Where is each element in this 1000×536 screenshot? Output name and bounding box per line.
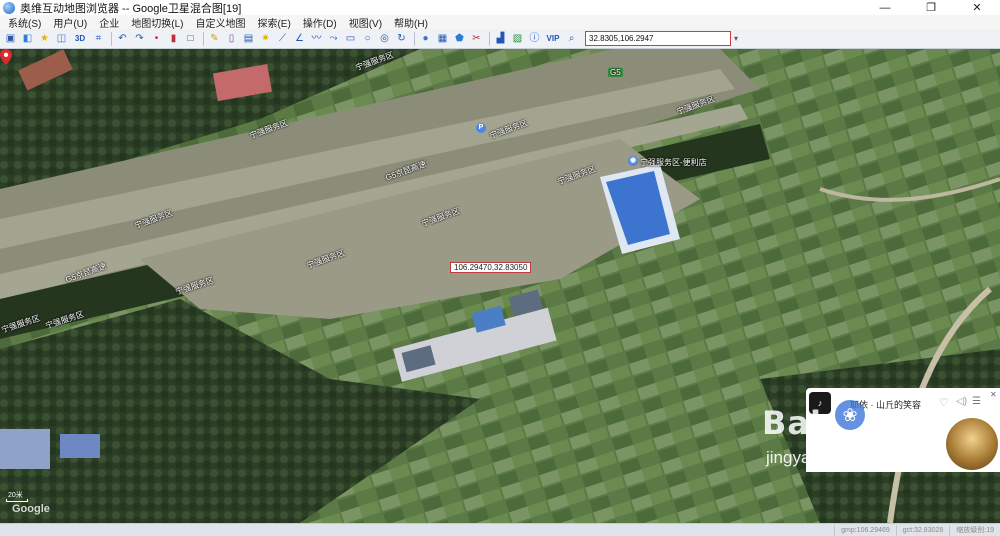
delete-icon[interactable]: ▮ <box>166 31 181 46</box>
grid-icon[interactable]: ⌗ <box>91 31 106 46</box>
image-icon[interactable]: ▤ <box>241 31 256 46</box>
toolbar-separator <box>203 31 204 46</box>
menu-explore[interactable]: 探索(E) <box>249 15 294 30</box>
watermark-brand: Bai 经验 <box>762 404 901 442</box>
ring-icon[interactable]: ◎ <box>377 31 392 46</box>
window-controls: — ❐ ✕ <box>862 0 1000 15</box>
paw-icon: ❀ <box>835 400 865 430</box>
select-box-icon[interactable]: □ <box>183 31 198 46</box>
playlist-icon[interactable]: ☰ <box>972 396 981 407</box>
vip-button[interactable]: VIP <box>544 31 562 46</box>
parking-poi-icon[interactable]: P <box>476 123 486 133</box>
menu-view[interactable]: 视图(V) <box>341 15 386 30</box>
circle-icon[interactable]: ○ <box>360 31 375 46</box>
store-poi-icon[interactable]: ◉ <box>628 156 638 166</box>
window-tile-icon[interactable]: ▧ <box>510 31 525 46</box>
sphere-icon[interactable]: ● <box>418 31 433 46</box>
location-pin-icon[interactable] <box>0 49 12 65</box>
menu-custom-map[interactable]: 自定义地图 <box>187 15 249 30</box>
measure-icon[interactable]: ⤳ <box>326 31 341 46</box>
status-zoom: 缩放级别:19 <box>949 524 1000 536</box>
menu-map-switch[interactable]: 地图切换(L) <box>123 15 187 30</box>
menu-operate[interactable]: 操作(D) <box>295 15 341 30</box>
redo-icon[interactable]: ↷ <box>132 31 147 46</box>
window-title: 奥维互动地图浏览器 -- Google卫星混合图[19] <box>20 2 242 15</box>
google-logo: Google <box>12 503 50 515</box>
title-bar: 奥维互动地图浏览器 -- Google卫星混合图[19] — ❐ ✕ <box>0 0 1000 15</box>
scissors-icon[interactable]: ✂ <box>469 31 484 46</box>
bookmark-icon[interactable]: ▯ <box>224 31 239 46</box>
coordinate-dropdown-chevron-icon[interactable]: ▾ <box>734 34 738 43</box>
favorite-star-icon[interactable]: ★ <box>37 31 52 46</box>
minimize-button[interactable]: — <box>862 0 908 15</box>
coordinate-search-input[interactable]: 32.8305,106.2947 <box>585 31 731 46</box>
restore-button[interactable]: ❐ <box>908 0 954 15</box>
close-icon[interactable]: ✕ <box>990 390 997 399</box>
open-icon[interactable]: ◧ <box>20 31 35 46</box>
app-globe-icon <box>3 1 15 14</box>
status-bar: gmp:106.29469 gct:32.83028 缩放级别:19 <box>0 523 1000 536</box>
bulb-icon[interactable]: ✷ <box>258 31 273 46</box>
menu-enterprise[interactable]: 企业 <box>91 15 123 30</box>
watermark-url: jingyan.baidu.com <box>766 448 904 467</box>
edit-shape-icon[interactable]: ⬟ <box>452 31 467 46</box>
pencil-icon[interactable]: ✎ <box>207 31 222 46</box>
toolbar-separator <box>414 31 415 46</box>
close-window-button[interactable]: ✕ <box>954 0 1000 15</box>
map-scale: 20米 Google <box>6 492 66 517</box>
store-label: 宁强服务区-便利店 <box>640 158 707 167</box>
menu-user[interactable]: 用户(U) <box>45 15 91 30</box>
track-icon[interactable]: 〰 <box>309 31 324 46</box>
menu-system[interactable]: 系统(S) <box>0 15 45 30</box>
info-icon[interactable]: ⓘ <box>527 31 542 46</box>
three-d-button[interactable]: 3D <box>71 31 89 46</box>
marker-coordinate-label: 106.29470,32.83050 <box>450 262 532 273</box>
point-icon[interactable]: • <box>149 31 164 46</box>
rectangle-icon[interactable]: ▭ <box>343 31 358 46</box>
watermark: Bai 经验 ❀ jingyan.baidu.com <box>752 398 952 474</box>
search-icon[interactable]: ⌕ <box>564 31 579 46</box>
menu-help[interactable]: 帮助(H) <box>386 15 432 30</box>
album-cover-avatar <box>946 418 998 470</box>
status-latitude: gct:32.83028 <box>895 524 949 536</box>
toolbar-separator <box>489 31 490 46</box>
table-icon[interactable]: ▦ <box>435 31 450 46</box>
road-shield-label: G5 <box>608 68 623 77</box>
volume-icon[interactable]: ◁) <box>956 396 967 407</box>
save-icon[interactable]: ▣ <box>3 31 18 46</box>
layers-icon[interactable]: ◫ <box>54 31 69 46</box>
polyline-icon[interactable]: ⟋ <box>275 31 290 46</box>
angle-icon[interactable]: ∠ <box>292 31 307 46</box>
toolbar: ▣ ◧ ★ ◫ 3D ⌗ ↶ ↷ • ▮ □ ✎ ▯ ▤ ✷ ⟋ ∠ 〰 ⤳ ▭… <box>0 29 1000 49</box>
undo-icon[interactable]: ↶ <box>115 31 130 46</box>
rotate-icon[interactable]: ↻ <box>394 31 409 46</box>
toolbar-separator <box>111 31 112 46</box>
status-longitude: gmp:106.29469 <box>834 524 896 536</box>
scale-bar <box>6 499 28 502</box>
menu-bar: 系统(S) 用户(U) 企业 地图切换(L) 自定义地图 探索(E) 操作(D)… <box>0 15 1000 30</box>
chart-icon[interactable]: ▟ <box>493 31 508 46</box>
